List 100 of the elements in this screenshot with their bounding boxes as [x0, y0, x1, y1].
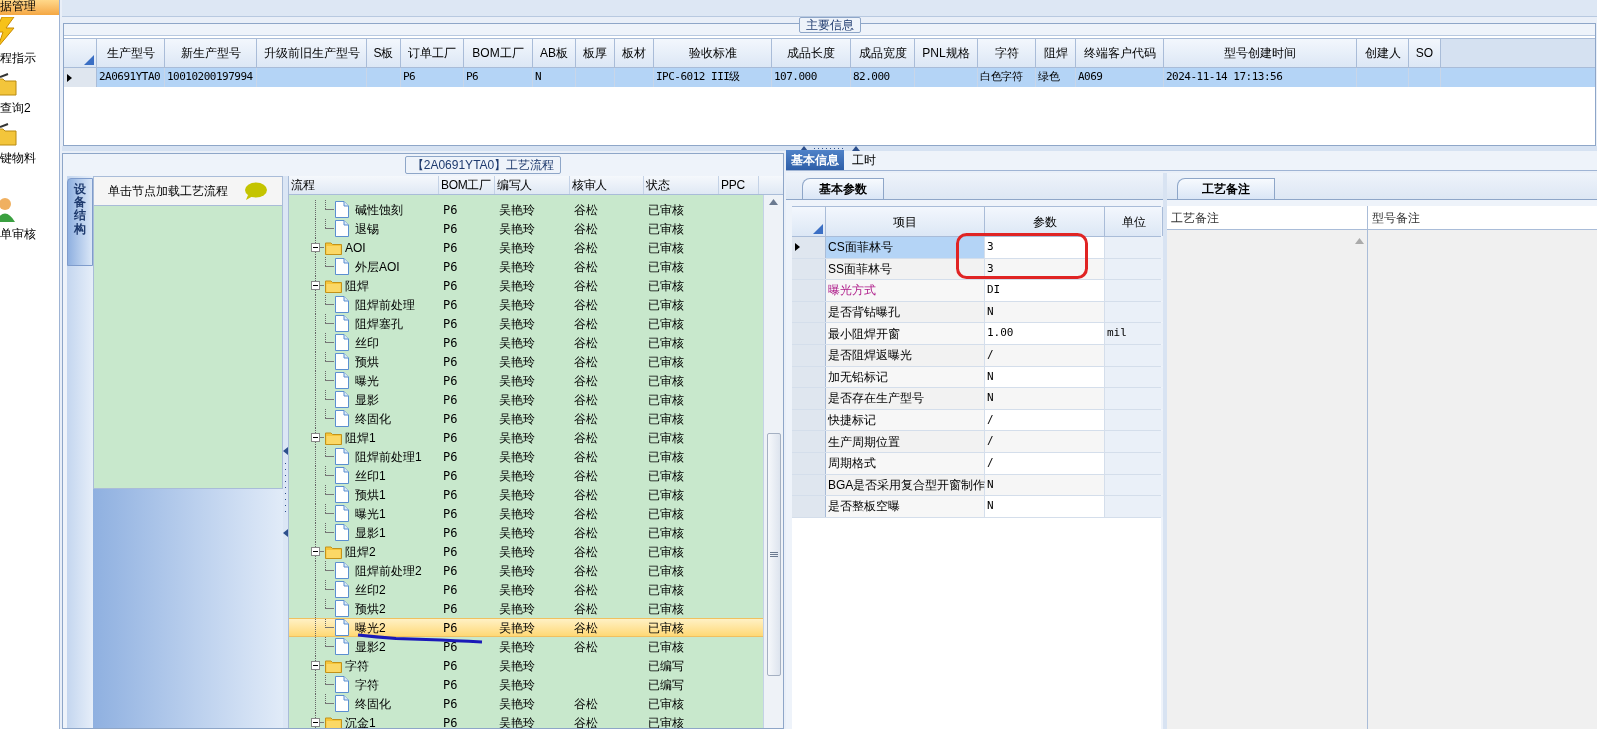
- tree-row[interactable]: 沉金1 P6 吴艳玲 谷松 已审核: [289, 713, 763, 728]
- tree-row[interactable]: 终固化 P6 吴艳玲 谷松 已审核: [289, 694, 763, 713]
- tree-row[interactable]: 外层AOI P6 吴艳玲 谷松 已审核: [289, 257, 763, 276]
- tree-node-label[interactable]: 曝光2: [355, 618, 386, 637]
- tree-row[interactable]: 阻焊前处理 P6 吴艳玲 谷松 已审核: [289, 295, 763, 314]
- tree-row[interactable]: 阻焊2 P6 吴艳玲 谷松 已审核: [289, 542, 763, 561]
- tab[interactable]: 基本参数: [802, 178, 884, 199]
- column-header[interactable]: 型号创建时间: [1164, 39, 1357, 67]
- tree-row[interactable]: 阻焊1 P6 吴艳玲 谷松 已审核: [289, 428, 763, 447]
- tree-node-label[interactable]: 曝光: [355, 371, 379, 390]
- tree-row[interactable]: 阻焊 P6 吴艳玲 谷松 已审核: [289, 276, 763, 295]
- tree-node-label[interactable]: 显影1: [355, 523, 386, 542]
- tree-node-label[interactable]: 显影2: [355, 637, 386, 656]
- collapse-icon[interactable]: [311, 243, 320, 252]
- tree-row[interactable]: 预烘2 P6 吴艳玲 谷松 已审核: [289, 599, 763, 618]
- table-row[interactable]: 2A0691YTA0 10010200197994 P6 P6 N IPC-6012 III级 107.000 82.000 白色字符 绿色 A069 2024-11-14 17:13:56: [64, 68, 1595, 87]
- tree-row[interactable]: 碱性蚀刻 P6 吴艳玲 谷松 已审核: [289, 200, 763, 219]
- tree-row[interactable]: 终固化 P6 吴艳玲 谷松 已审核: [289, 409, 763, 428]
- tree-node-label[interactable]: 字符: [345, 656, 369, 675]
- tree-node-label[interactable]: 字符: [355, 675, 379, 694]
- column-header[interactable]: 生产型号: [97, 39, 165, 67]
- scrollbar[interactable]: [763, 195, 783, 728]
- tree-node-label[interactable]: 沉金1: [345, 713, 376, 728]
- column-header[interactable]: BOM工厂: [464, 39, 533, 67]
- tree-node-label[interactable]: 阻焊2: [345, 542, 376, 561]
- tree-node-label[interactable]: 预烘: [355, 352, 379, 371]
- column-header[interactable]: 参数: [985, 207, 1105, 236]
- tree-node-label[interactable]: 阻焊前处理2: [355, 561, 422, 580]
- tree-node-label[interactable]: 阻焊前处理1: [355, 447, 422, 466]
- tree-node-label[interactable]: 预烘2: [355, 599, 386, 618]
- tree-row[interactable]: 丝印2 P6 吴艳玲 谷松 已审核: [289, 580, 763, 599]
- tree-row[interactable]: 阻焊塞孔 P6 吴艳玲 谷松 已审核: [289, 314, 763, 333]
- column-header[interactable]: PPC: [719, 176, 759, 194]
- tree-node-label[interactable]: 碱性蚀刻: [355, 200, 403, 219]
- column-header[interactable]: BOM工厂: [439, 176, 495, 194]
- scroll-thumb[interactable]: [766, 433, 781, 676]
- tree-node-label[interactable]: AOI: [345, 238, 366, 257]
- column-header[interactable]: AB板: [533, 39, 576, 67]
- tree-row[interactable]: 丝印 P6 吴艳玲 谷松 已审核: [289, 333, 763, 352]
- tree-row[interactable]: 预烘1 P6 吴艳玲 谷松 已审核: [289, 485, 763, 504]
- column-header[interactable]: 验收标准: [654, 39, 772, 67]
- column-header[interactable]: 成品宽度: [851, 39, 915, 67]
- column-header[interactable]: 状态: [644, 176, 719, 194]
- vertical-tab[interactable]: 设备结构: [67, 178, 93, 266]
- column-header[interactable]: 字符: [978, 39, 1036, 67]
- column-header[interactable]: 核审人: [570, 176, 644, 194]
- column-header[interactable]: 工艺备注: [1167, 206, 1367, 230]
- tree-row[interactable]: 显影2 P6 吴艳玲 谷松 已审核: [289, 637, 763, 656]
- tree-row[interactable]: 曝光1 P6 吴艳玲 谷松 已审核: [289, 504, 763, 523]
- tree-row[interactable]: 预烘 P6 吴艳玲 谷松 已审核: [289, 352, 763, 371]
- column-header[interactable]: 流程: [289, 176, 439, 194]
- tree-row[interactable]: 字符 P6 吴艳玲 已编写: [289, 656, 763, 675]
- column-header[interactable]: 创建人: [1357, 39, 1409, 67]
- column-header[interactable]: 新生产型号: [165, 39, 257, 67]
- tree-row[interactable]: 显影1 P6 吴艳玲 谷松 已审核: [289, 523, 763, 542]
- column-header[interactable]: 阻焊: [1036, 39, 1076, 67]
- tree-node-label[interactable]: 终固化: [355, 409, 391, 428]
- tree-node-label[interactable]: 阻焊: [345, 276, 369, 295]
- tree-row[interactable]: 曝光2 P6 吴艳玲 谷松 已审核: [289, 618, 763, 637]
- column-header[interactable]: S板: [367, 39, 401, 67]
- tree-node-label[interactable]: 阻焊塞孔: [355, 314, 403, 333]
- tree-node-label[interactable]: 阻焊1: [345, 428, 376, 447]
- tree-row[interactable]: 曝光 P6 吴艳玲 谷松 已审核: [289, 371, 763, 390]
- column-header[interactable]: 型号备注: [1368, 206, 1597, 230]
- tree-node-label[interactable]: 丝印1: [355, 466, 386, 485]
- tab[interactable]: 基本信息: [786, 150, 844, 170]
- tree-row[interactable]: 显影 P6 吴艳玲 谷松 已审核: [289, 390, 763, 409]
- tree-node-label[interactable]: 终固化: [355, 694, 391, 713]
- tree-row[interactable]: 字符 P6 吴艳玲 已编写: [289, 675, 763, 694]
- sidebar-item[interactable]: 单审核: [0, 227, 36, 241]
- column-header[interactable]: 板厚: [576, 39, 615, 67]
- column-header[interactable]: 编写人: [495, 176, 570, 194]
- collapse-icon[interactable]: [311, 547, 320, 556]
- tree-row[interactable]: 阻焊前处理2 P6 吴艳玲 谷松 已审核: [289, 561, 763, 580]
- column-header[interactable]: 订单工厂: [401, 39, 464, 67]
- tab[interactable]: 工艺备注: [1177, 178, 1275, 199]
- tree-node-label[interactable]: 预烘1: [355, 485, 386, 504]
- collapse-icon[interactable]: [311, 433, 320, 442]
- tree-node-label[interactable]: 阻焊前处理: [355, 295, 415, 314]
- collapse-icon[interactable]: [311, 718, 320, 727]
- column-header[interactable]: 升级前旧生产型号: [257, 39, 367, 67]
- column-header[interactable]: 板材: [615, 39, 654, 67]
- column-header[interactable]: 终端客户代码: [1076, 39, 1164, 67]
- column-header[interactable]: 项目: [826, 207, 985, 236]
- tree-node-label[interactable]: 外层AOI: [355, 257, 400, 276]
- tree-row[interactable]: 阻焊前处理1 P6 吴艳玲 谷松 已审核: [289, 447, 763, 466]
- tab[interactable]: 工时: [844, 150, 884, 170]
- tree-row[interactable]: 退锡 P6 吴艳玲 谷松 已审核: [289, 219, 763, 238]
- collapse-icon[interactable]: [311, 281, 320, 290]
- column-header[interactable]: 成品长度: [772, 39, 851, 67]
- tree-node-label[interactable]: 曝光1: [355, 504, 386, 523]
- tree-node-label[interactable]: 显影: [355, 390, 379, 409]
- sidebar-header[interactable]: 据管理: [0, 0, 59, 15]
- tree-node-label[interactable]: 丝印: [355, 333, 379, 352]
- sidebar-item[interactable]: 程指示: [0, 51, 36, 65]
- tree-row[interactable]: 丝印1 P6 吴艳玲 谷松 已审核: [289, 466, 763, 485]
- sidebar-item[interactable]: 键物料: [0, 151, 36, 165]
- sidebar-item[interactable]: 查询2: [0, 101, 31, 115]
- column-header[interactable]: 单位: [1105, 207, 1163, 236]
- collapse-icon[interactable]: [311, 661, 320, 670]
